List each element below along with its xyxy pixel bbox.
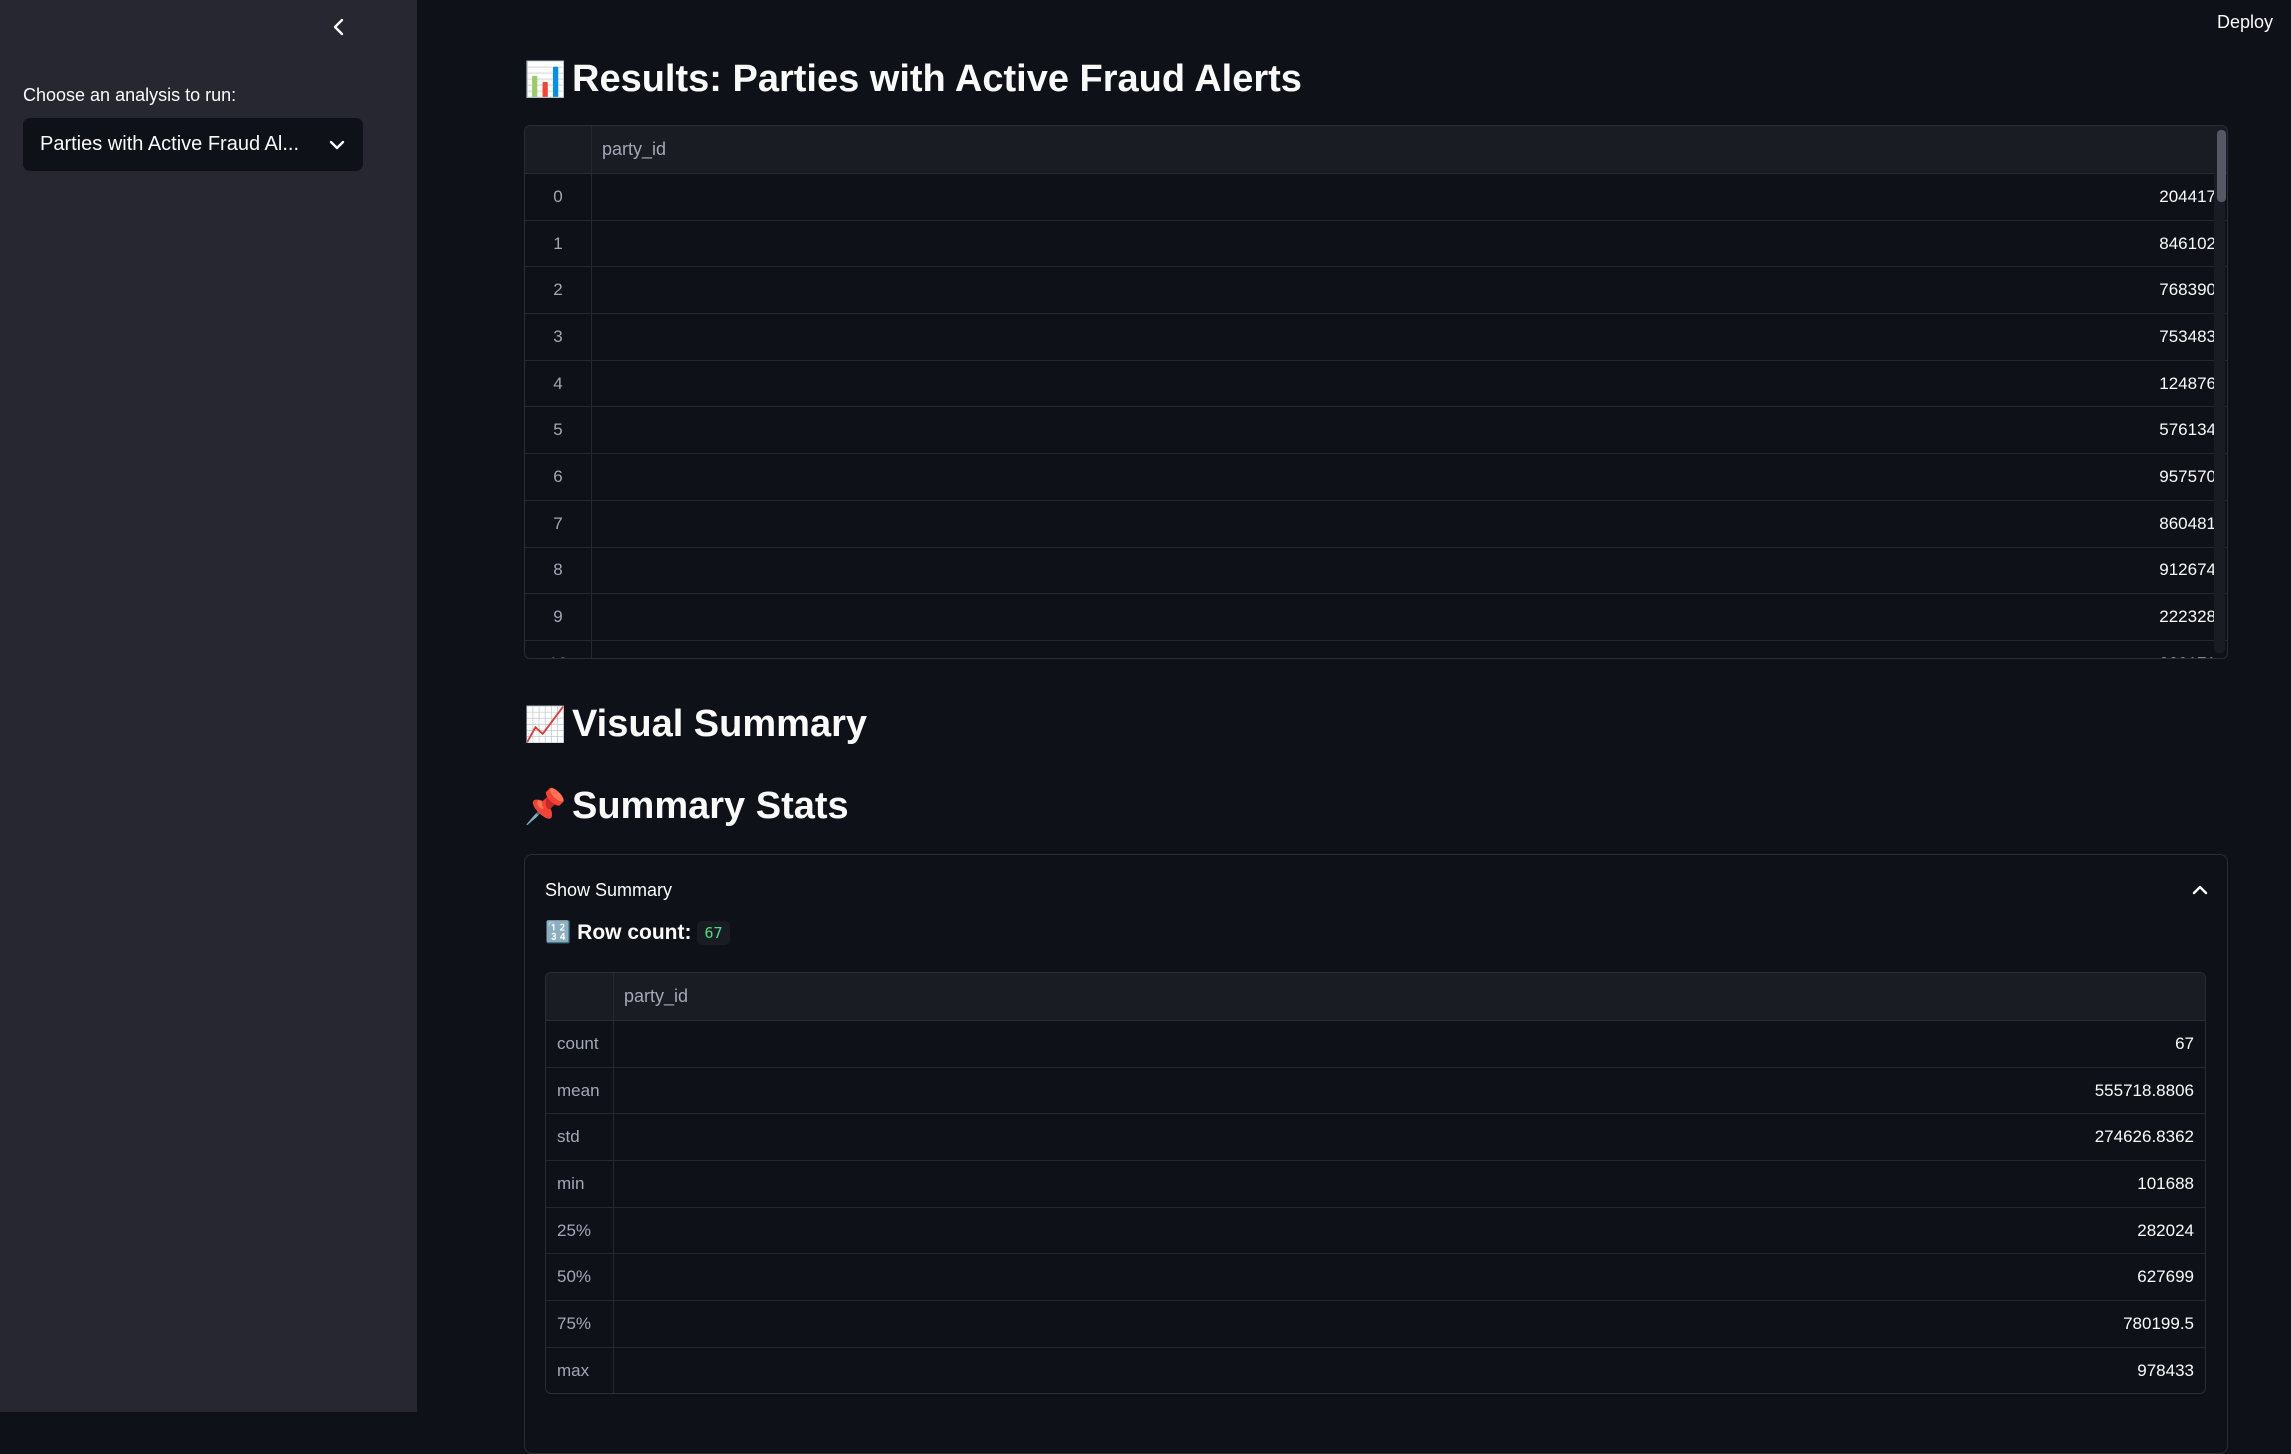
line-chart-icon: 📈 <box>524 705 567 744</box>
row-index: 6 <box>525 454 592 500</box>
analysis-select-value: Parties with Active Fraud Al... <box>40 133 299 155</box>
party-id-cell[interactable]: 101688 <box>614 1174 2205 1194</box>
row-index: mean <box>546 1067 614 1114</box>
chevron-down-icon <box>329 140 345 149</box>
row-index: 8 <box>525 547 592 594</box>
row-count: 🔢 Row count: 67 <box>545 921 730 945</box>
table-row[interactable]: count 67 <box>546 1021 2205 1068</box>
party-id-cell[interactable]: 978433 <box>614 1361 2205 1381</box>
row-index: 25% <box>546 1207 614 1254</box>
chevron-up-icon <box>2192 885 2208 895</box>
row-index: 2 <box>525 267 592 314</box>
row-index: 1 <box>525 220 592 267</box>
table-row[interactable]: 7 860481 <box>525 500 2227 548</box>
party-id-cell[interactable]: 846102 <box>592 234 2227 254</box>
table-scroll-thumb[interactable] <box>2217 130 2226 202</box>
summary-expander-header[interactable]: Show Summary <box>545 873 2209 907</box>
table-row[interactable]: 25% 282024 <box>546 1207 2205 1255</box>
row-index: std <box>546 1114 614 1161</box>
row-index: 0 <box>525 174 592 220</box>
table-row[interactable]: min 101688 <box>546 1161 2205 1208</box>
results-title: Results: Parties with Active Fraud Alert… <box>572 58 1302 100</box>
summary-dataframe[interactable]: party_id count 67 mean 555718.8806 std 274626… <box>545 972 2206 1394</box>
column-header-party-id[interactable]: party_id <box>592 139 666 160</box>
table-row[interactable]: 8 912674 <box>525 547 2227 595</box>
row-index: 7 <box>525 500 592 547</box>
party-id-cell[interactable]: 274626.8362 <box>614 1127 2205 1147</box>
table-row[interactable]: 6 957570 <box>525 454 2227 501</box>
table-row[interactable]: mean 555718.8806 <box>546 1067 2205 1115</box>
table-row[interactable]: 5 576134 <box>525 407 2227 455</box>
party-id-cell[interactable]: 222328 <box>592 607 2227 627</box>
row-index: 10 <box>525 640 592 658</box>
party-id-cell[interactable]: 780199.5 <box>614 1314 2205 1334</box>
party-id-cell[interactable]: 330171 <box>592 654 2227 658</box>
table-row[interactable]: 9 222328 <box>525 594 2227 641</box>
summary-stats-title: Summary Stats <box>572 785 849 827</box>
table-row[interactable]: 0 204417 <box>525 174 2227 221</box>
table-row[interactable]: 50% 627699 <box>546 1254 2205 1302</box>
bar-chart-icon: 📊 <box>524 60 567 99</box>
analysis-select[interactable]: Parties with Active Fraud Al... <box>23 118 363 171</box>
row-count-value: 67 <box>697 921 730 945</box>
party-id-cell[interactable]: 627699 <box>614 1267 2205 1287</box>
row-index: 5 <box>525 407 592 454</box>
pushpin-icon: 📌 <box>524 787 567 826</box>
party-id-cell[interactable]: 282024 <box>614 1221 2205 1241</box>
expander-title: Show Summary <box>545 879 673 900</box>
party-id-cell[interactable]: 957570 <box>592 467 2227 487</box>
results-heading: 📊 Results: Parties with Active Fraud Ale… <box>524 58 1302 101</box>
row-index: count <box>546 1021 614 1067</box>
results-table-header: party_id <box>525 126 2227 174</box>
deploy-button[interactable]: Deploy <box>2213 10 2277 35</box>
party-id-cell[interactable]: 753483 <box>592 327 2227 347</box>
party-id-cell[interactable]: 576134 <box>592 420 2227 440</box>
row-index: 9 <box>525 594 592 640</box>
sidebar: Choose an analysis to run: Parties with … <box>0 0 417 1412</box>
table-row[interactable]: 10330171 <box>525 640 2227 658</box>
results-dataframe[interactable]: party_id 0 204417 1 846102 2 768390 3 753483 4 12… <box>524 125 2228 659</box>
table-row[interactable]: 3 753483 <box>525 314 2227 361</box>
party-id-cell[interactable]: 124876 <box>592 374 2227 394</box>
visual-summary-title: Visual Summary <box>572 703 868 745</box>
row-index: max <box>546 1347 614 1393</box>
input-numbers-icon: 🔢 <box>545 921 572 944</box>
index-header <box>525 126 592 173</box>
collapse-sidebar-button[interactable] <box>322 10 356 44</box>
table-row[interactable]: 1 846102 <box>525 220 2227 268</box>
party-id-cell[interactable]: 860481 <box>592 514 2227 534</box>
row-index: min <box>546 1161 614 1207</box>
summary-table-body: count 67 mean 555718.8806 std 274626.8362 min 1… <box>546 1021 2205 1393</box>
table-row[interactable]: max 978433 <box>546 1347 2205 1393</box>
party-id-cell[interactable]: 67 <box>614 1034 2205 1054</box>
party-id-cell[interactable]: 912674 <box>592 560 2227 580</box>
analysis-select-label: Choose an analysis to run: <box>23 85 237 105</box>
row-index: 4 <box>525 360 592 407</box>
column-header-party-id[interactable]: party_id <box>614 986 688 1007</box>
visual-summary-heading: 📈 Visual Summary <box>524 703 867 746</box>
table-row[interactable]: 2 768390 <box>525 267 2227 315</box>
summary-stats-heading: 📌 Summary Stats <box>524 785 849 828</box>
party-id-cell[interactable]: 204417 <box>592 187 2227 207</box>
table-scrollbar[interactable] <box>2214 128 2225 653</box>
row-index: 3 <box>525 314 592 360</box>
summary-table-header: party_id <box>546 973 2205 1021</box>
row-index: 75% <box>546 1301 614 1347</box>
results-table-body: 0 204417 1 846102 2 768390 3 753483 4 124876 5 5761… <box>525 174 2227 658</box>
index-header <box>546 973 614 1020</box>
summary-expander: Show Summary 🔢 Row count: 67 party_id co… <box>524 854 2228 1454</box>
table-row[interactable]: 4 124876 <box>525 360 2227 408</box>
party-id-cell[interactable]: 768390 <box>592 280 2227 300</box>
table-row[interactable]: 75% 780199.5 <box>546 1301 2205 1348</box>
table-row[interactable]: std 274626.8362 <box>546 1114 2205 1162</box>
party-id-cell[interactable]: 555718.8806 <box>614 1081 2205 1101</box>
row-count-label: Row count: <box>577 921 692 944</box>
chevron-left-icon <box>333 18 344 36</box>
row-index: 50% <box>546 1254 614 1301</box>
